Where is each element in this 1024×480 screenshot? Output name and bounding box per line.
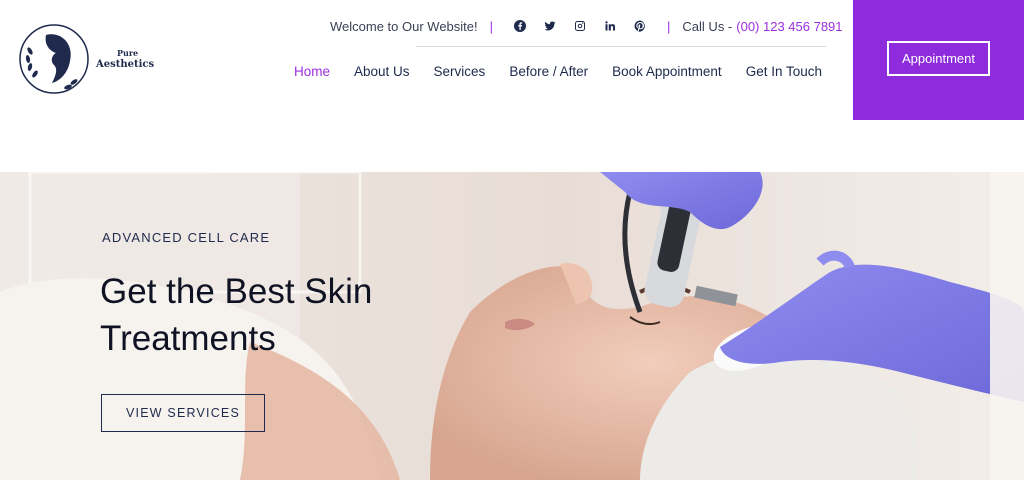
hero-banner: ADVANCED CELL CARE Get the Best Skin Tre… — [0, 172, 1024, 480]
nav-item-get-in-touch[interactable]: Get In Touch — [734, 62, 834, 82]
topbar-separator-2: | — [667, 18, 671, 34]
appointment-button[interactable]: Appointment — [887, 41, 990, 76]
welcome-text: Welcome to Our Website! — [330, 18, 478, 34]
hero-title-line2: Treatments — [100, 319, 276, 358]
appointment-panel: Appointment — [853, 0, 1024, 120]
hero-title-line1: Get the Best Skin — [100, 272, 373, 311]
pinterest-icon[interactable] — [625, 20, 655, 32]
phone-link[interactable]: (00) 123 456 7891 — [736, 19, 842, 34]
logo-face-icon — [19, 24, 89, 94]
topbar-separator: | — [489, 18, 494, 34]
twitter-icon[interactable] — [535, 20, 565, 32]
nav-item-book-appointment[interactable]: Book Appointment — [600, 62, 734, 82]
brand-name-line2: Aesthetics — [96, 59, 155, 70]
site-header: Pure Aesthetics Welcome to Our Website! … — [0, 0, 1024, 172]
instagram-icon[interactable] — [565, 20, 595, 32]
hero-title: Get the Best Skin Treatments — [100, 268, 520, 362]
linkedin-icon[interactable] — [595, 20, 625, 32]
call-label: Call Us - — [682, 18, 733, 34]
top-info-bar: Welcome to Our Website! | | Call Us - (0… — [330, 16, 843, 36]
brand-logo[interactable]: Pure Aesthetics — [16, 18, 156, 100]
header-divider — [416, 46, 826, 47]
main-nav: Home About Us Services Before / After Bo… — [282, 62, 834, 82]
social-links — [505, 20, 655, 32]
nav-item-before-after[interactable]: Before / After — [497, 62, 600, 82]
brand-name-line1: Pure — [117, 48, 139, 58]
facebook-icon[interactable] — [505, 20, 535, 32]
brand-name: Pure Aesthetics — [96, 48, 154, 70]
nav-item-about-us[interactable]: About Us — [342, 62, 422, 82]
nav-item-services[interactable]: Services — [422, 62, 498, 82]
hero-eyebrow: ADVANCED CELL CARE — [102, 230, 271, 245]
nav-item-home[interactable]: Home — [282, 62, 342, 82]
view-services-button[interactable]: VIEW SERVICES — [101, 394, 265, 432]
